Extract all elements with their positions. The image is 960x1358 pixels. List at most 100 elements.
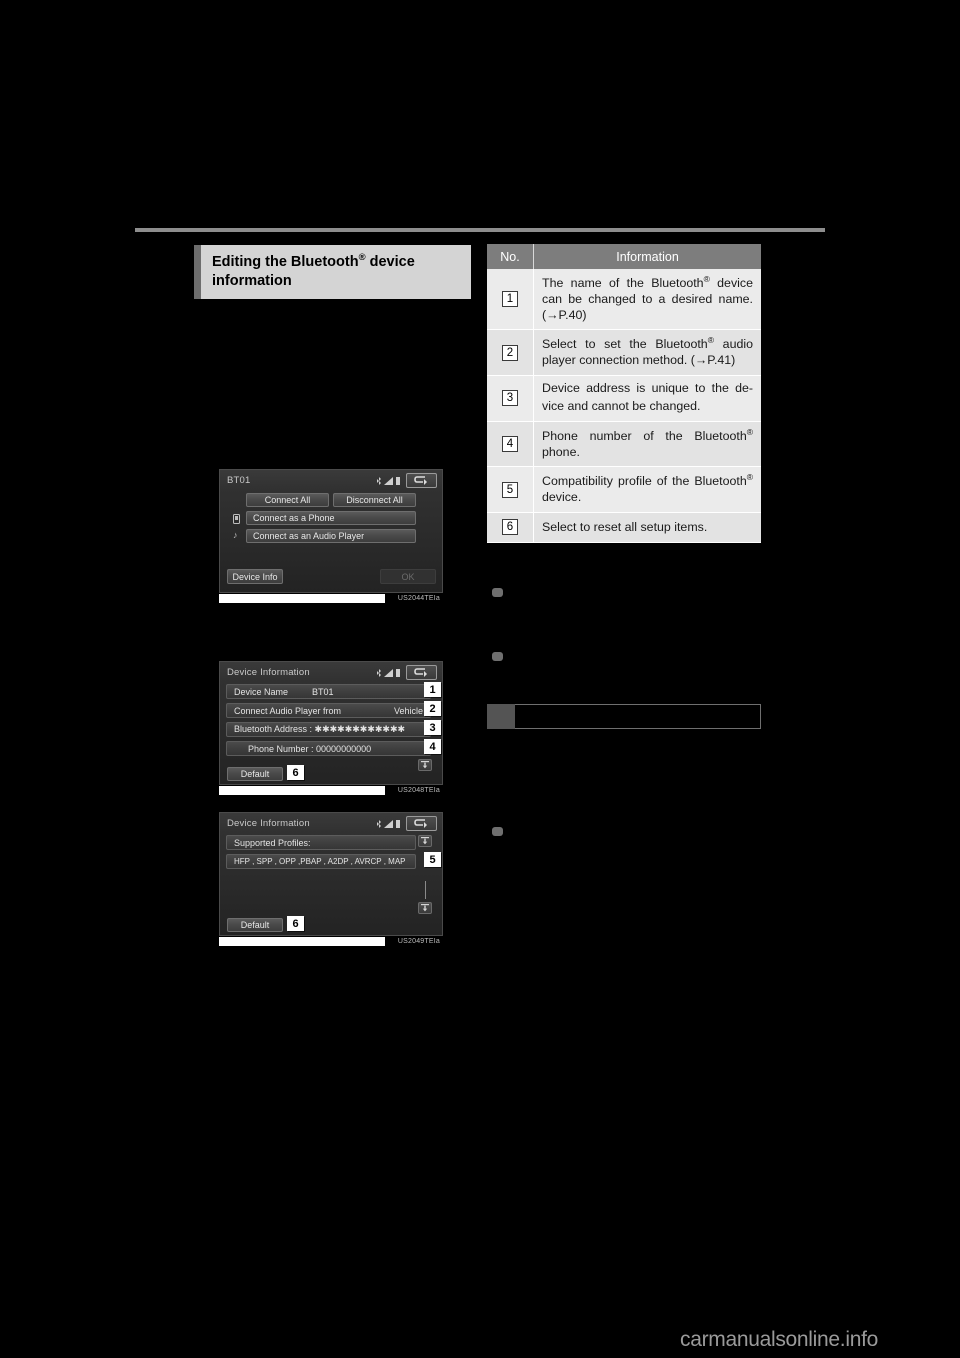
row-text-pre: Phone number of the Bluetooth	[542, 428, 747, 443]
information-table: No. Information 1 The name of the Blueto…	[487, 244, 761, 543]
section-heading-line1: Editing the Bluetooth	[212, 253, 359, 270]
callout-badge-1: 1	[424, 682, 441, 697]
section-heading-line2: information	[212, 272, 292, 289]
callout-badge-6: 6	[287, 916, 304, 931]
back-arrow-icon	[413, 667, 427, 677]
table-cell-information: Select to set the Bluetooth® audio playe…	[534, 330, 761, 375]
table-cell-information: Phone number of the Bluetooth® phone.	[534, 422, 761, 467]
field-supported-profiles-label: Supported Profiles:	[226, 835, 416, 850]
left-column: Editing the Bluetooth® device informatio…	[194, 245, 471, 300]
callout-number-5: 5	[502, 481, 518, 498]
table-cell-information: The name of the Bluetooth® device can be…	[534, 269, 761, 329]
table-row: 6 Select to reset all setup items.	[487, 512, 761, 543]
figure-underline	[219, 786, 385, 795]
scroll-up-button[interactable]	[418, 835, 432, 847]
bullet-marker	[492, 827, 503, 836]
table-cell-information: Device address is unique to the de-vice …	[534, 376, 761, 421]
battery-icon	[396, 477, 400, 485]
callout-badge-5: 5	[424, 852, 441, 867]
figure-caption: US2048TEIa	[394, 786, 443, 795]
field-value: BT01	[312, 686, 334, 697]
table-cell-no: 6	[487, 512, 534, 542]
default-button[interactable]: Default	[227, 767, 283, 781]
table-header-no: No.	[487, 244, 534, 269]
arrow-up-icon	[421, 837, 429, 845]
section-heading-line1-post: device	[365, 253, 415, 270]
table-cell-information: Select to reset all setup items.	[534, 513, 761, 542]
default-button[interactable]: Default	[227, 918, 283, 932]
battery-icon	[396, 669, 400, 677]
back-button[interactable]	[406, 473, 437, 488]
table-header-row: No. Information	[487, 244, 761, 269]
screen-title: BT01	[227, 475, 251, 486]
connect-all-button[interactable]: Connect All	[246, 493, 329, 507]
row-text-pre: The name of the Bluetooth	[542, 276, 704, 291]
table-row: 1 The name of the Bluetooth® device can …	[487, 269, 761, 331]
site-watermark: carmanualsonline.info	[680, 1328, 878, 1351]
field-label: Connect Audio Player from	[234, 705, 342, 716]
field-label: Device Name	[234, 686, 289, 697]
bullet-marker	[492, 588, 503, 597]
figure-underline	[219, 937, 385, 946]
screen-title: Device Information	[227, 818, 310, 829]
table-cell-no: 2	[487, 330, 534, 375]
back-button[interactable]	[406, 816, 437, 831]
back-arrow-icon	[413, 818, 427, 828]
device-screen-device-information-1: Device Information Device Name BT01 Conn…	[219, 661, 443, 785]
back-button[interactable]	[406, 665, 437, 680]
subsection-heading-body	[515, 704, 761, 729]
bullet-marker	[492, 652, 503, 661]
callout-badge-2: 2	[424, 701, 441, 716]
figure-underline	[219, 594, 385, 603]
signal-strength-icon	[384, 669, 393, 677]
subsection-heading-bar	[487, 704, 761, 729]
connect-as-phone-button[interactable]: Connect as a Phone	[246, 511, 416, 525]
callout-badge-6: 6	[287, 765, 304, 780]
table-cell-no: 1	[487, 269, 534, 330]
row-text-post: device.	[542, 490, 582, 505]
field-value: HFP , SPP , OPP ,PBAP , A2DP , AVRCP , M…	[234, 857, 406, 866]
callout-number-6: 6	[502, 519, 518, 536]
device-info-button[interactable]: Device Info	[227, 569, 283, 584]
table-row: 5 Compatibility profile of the Bluetooth…	[487, 467, 761, 513]
registered-mark-icon: ®	[746, 426, 753, 437]
figure-caption: US2049TEIa	[394, 937, 443, 946]
field-label: Phone Number : 00000000000	[248, 743, 372, 754]
scroll-down-button[interactable]	[418, 902, 432, 914]
connect-as-audio-player-button[interactable]: Connect as an Audio Player	[246, 529, 416, 543]
table-row: 3 Device address is unique to the de-vic…	[487, 376, 761, 422]
callout-number-1: 1	[502, 291, 518, 308]
subsection-heading-tab	[487, 704, 515, 729]
disconnect-all-button[interactable]: Disconnect All	[333, 493, 416, 507]
status-bar	[377, 669, 400, 677]
bluetooth-icon	[377, 820, 381, 828]
figure-caption: US2044TEIa	[394, 594, 443, 603]
manual-page: Editing the Bluetooth ® device informatio…	[0, 0, 960, 1358]
device-screen-bt01: BT01 Connect All Disconnect All Connect …	[219, 469, 443, 593]
callout-badge-3: 3	[424, 720, 441, 735]
figure-device-information-screen-2: Device Information Supported Profiles: H…	[219, 812, 443, 946]
signal-strength-icon	[384, 820, 393, 828]
callout-badge-4: 4	[424, 739, 441, 754]
row-text-post: phone.	[542, 444, 580, 459]
bluetooth-icon	[377, 477, 381, 485]
field-phone-number: Phone Number : 00000000000	[226, 741, 431, 756]
field-supported-profiles-value: HFP , SPP , OPP ,PBAP , A2DP , AVRCP , M…	[226, 854, 416, 869]
page-section-heading: Editing the Bluetooth® device informatio…	[194, 245, 471, 300]
field-connect-audio-player-from[interactable]: Connect Audio Player from Vehicle	[226, 703, 431, 718]
header-rule	[135, 228, 825, 232]
signal-strength-icon	[384, 477, 393, 485]
scroll-down-button[interactable]	[418, 759, 432, 771]
device-screen-device-information-2: Device Information Supported Profiles: H…	[219, 812, 443, 936]
scrollbar-track[interactable]	[425, 881, 426, 899]
bluetooth-icon	[377, 669, 381, 677]
table-row: 2 Select to set the Bluetooth® audio pla…	[487, 330, 761, 376]
table-cell-no: 3	[487, 376, 534, 421]
screen-title: Device Information	[227, 667, 310, 678]
status-bar	[377, 820, 400, 828]
ok-button[interactable]: OK	[380, 569, 436, 584]
field-device-name[interactable]: Device Name BT01	[226, 684, 431, 699]
phone-icon	[233, 514, 240, 526]
field-bluetooth-address: Bluetooth Address : ✱✱✱✱✱✱✱✱✱✱✱✱	[226, 722, 431, 737]
registered-mark-icon: ®	[746, 472, 753, 483]
